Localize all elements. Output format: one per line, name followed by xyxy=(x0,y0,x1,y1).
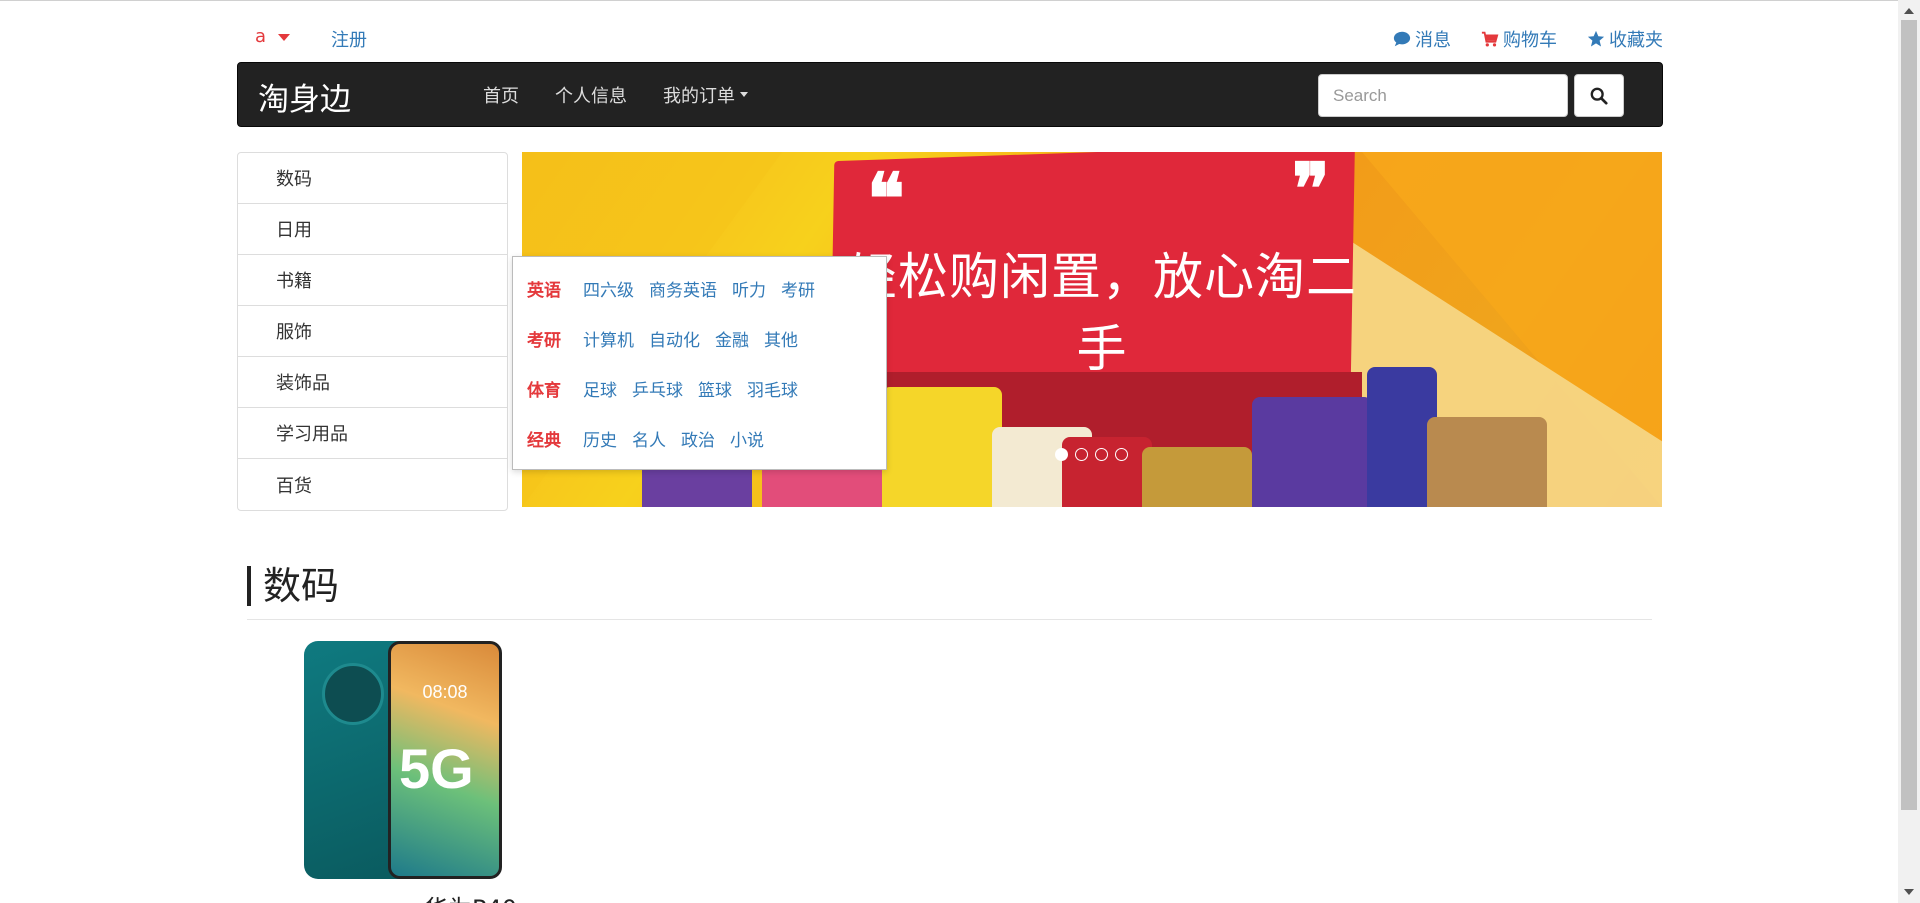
product-pile-image xyxy=(1252,397,1372,507)
flyout-link[interactable]: 四六级 xyxy=(583,276,634,301)
product-card-image[interactable]: 08:08 5G xyxy=(304,641,502,879)
flyout-row: 考研 计算机 自动化 金融 其他 xyxy=(527,313,886,363)
flyout-link[interactable]: 听力 xyxy=(732,276,766,301)
messages-label: 消息 xyxy=(1415,30,1451,51)
scrollbar-thumb[interactable] xyxy=(1901,20,1917,810)
section-title: 数码 xyxy=(247,566,339,606)
messages-link[interactable]: 消息 xyxy=(1393,26,1451,52)
category-sidebar: 数码 日用 书籍 服饰 装饰品 学习用品 百货 xyxy=(237,152,508,511)
search-input[interactable] xyxy=(1318,74,1568,117)
caret-down-icon xyxy=(278,33,291,41)
flyout-category: 经典 xyxy=(527,430,561,451)
flyout-link[interactable]: 历史 xyxy=(583,426,617,451)
flyout-link[interactable]: 足球 xyxy=(583,376,617,401)
search-button[interactable] xyxy=(1574,74,1624,117)
product-pile-image xyxy=(1142,447,1252,507)
username: a xyxy=(255,26,267,47)
comment-icon xyxy=(1393,31,1411,47)
flyout-row: 体育 足球 乒乓球 篮球 羽毛球 xyxy=(527,363,886,413)
carousel-dot[interactable] xyxy=(1095,448,1108,461)
flyout-link[interactable]: 商务英语 xyxy=(649,276,717,301)
carousel-dot[interactable] xyxy=(1055,448,1068,461)
flyout-row: 经典 历史 名人 政治 小说 xyxy=(527,413,886,463)
banner-title: 轻松购闲置，放心淘二手 xyxy=(847,248,1357,378)
flyout-link[interactable]: 小说 xyxy=(730,426,764,451)
phone-5g-badge: 5G xyxy=(399,737,474,800)
sidebar-item-decor[interactable]: 装饰品 xyxy=(238,357,507,408)
carousel-dot[interactable] xyxy=(1115,448,1128,461)
category-flyout-panel: 英语 四六级 商务英语 听力 考研 考研 计算机 自动化 金融 其他 体育 足球… xyxy=(512,256,887,470)
sidebar-item-digital[interactable]: 数码 xyxy=(238,153,507,204)
page: a 注册 消息 购物车 收藏夹 淘身边 首页 个人信息 我的订单 Search … xyxy=(0,0,1898,903)
search-icon xyxy=(1590,87,1608,105)
flyout-link[interactable]: 考研 xyxy=(781,276,815,301)
quote-mark-icon: ❝ xyxy=(867,157,905,240)
phone-screen-time: 08:08 xyxy=(422,682,468,702)
user-menu-toggle[interactable]: a xyxy=(255,26,291,47)
flyout-link[interactable]: 篮球 xyxy=(698,376,732,401)
favorites-link[interactable]: 收藏夹 xyxy=(1587,26,1663,52)
flyout-link[interactable]: 政治 xyxy=(681,426,715,451)
flyout-category: 英语 xyxy=(527,280,561,301)
phone-front-image: 08:08 5G xyxy=(388,641,502,879)
nav-my-orders[interactable]: 我的订单 xyxy=(663,82,748,108)
favorites-label: 收藏夹 xyxy=(1609,30,1663,51)
product-name[interactable]: 华为P40 xyxy=(424,889,517,903)
vertical-scrollbar[interactable] xyxy=(1898,0,1920,903)
flyout-link[interactable]: 自动化 xyxy=(649,326,700,351)
nav-home[interactable]: 首页 xyxy=(483,82,519,108)
sidebar-item-books[interactable]: 书籍 xyxy=(238,255,507,306)
register-link[interactable]: 注册 xyxy=(331,26,367,52)
brand-logo[interactable]: 淘身边 xyxy=(258,74,351,119)
flyout-link[interactable]: 计算机 xyxy=(583,326,634,351)
flyout-link[interactable]: 其他 xyxy=(764,326,798,351)
nav-profile[interactable]: 个人信息 xyxy=(555,82,627,108)
flyout-row: 英语 四六级 商务英语 听力 考研 xyxy=(527,263,886,313)
flyout-link[interactable]: 金融 xyxy=(715,326,749,351)
sidebar-item-clothing[interactable]: 服饰 xyxy=(238,306,507,357)
top-right-links: 消息 购物车 收藏夹 xyxy=(1393,26,1663,52)
camera-ring xyxy=(322,663,384,725)
cart-link[interactable]: 购物车 xyxy=(1481,26,1557,52)
product-pile-image xyxy=(882,387,1002,507)
flyout-category: 体育 xyxy=(527,380,561,401)
flyout-link[interactable]: 名人 xyxy=(632,426,666,451)
sidebar-item-daily[interactable]: 日用 xyxy=(238,204,507,255)
scroll-up-arrow-icon[interactable] xyxy=(1904,8,1914,14)
star-icon xyxy=(1587,30,1605,47)
quote-mark-icon: ❞ xyxy=(1292,152,1330,230)
caret-down-icon xyxy=(740,92,748,97)
carousel-indicators xyxy=(1055,448,1128,461)
sidebar-item-school-supplies[interactable]: 学习用品 xyxy=(238,408,507,459)
flyout-link[interactable]: 羽毛球 xyxy=(747,376,798,401)
flyout-link[interactable]: 乒乓球 xyxy=(632,376,683,401)
nav-my-orders-label: 我的订单 xyxy=(663,85,735,107)
cart-label: 购物车 xyxy=(1503,30,1557,51)
cart-icon xyxy=(1481,31,1499,47)
product-pile-image xyxy=(1427,417,1547,507)
flyout-category: 考研 xyxy=(527,330,561,351)
sidebar-item-general[interactable]: 百货 xyxy=(238,459,507,510)
nav-links: 首页 个人信息 我的订单 xyxy=(483,63,784,126)
top-bar: a 注册 消息 购物车 收藏夹 xyxy=(237,21,1663,53)
scroll-down-arrow-icon[interactable] xyxy=(1904,889,1914,895)
carousel-dot[interactable] xyxy=(1075,448,1088,461)
main-navbar: 淘身边 首页 个人信息 我的订单 xyxy=(237,62,1663,127)
section-divider xyxy=(247,619,1652,620)
